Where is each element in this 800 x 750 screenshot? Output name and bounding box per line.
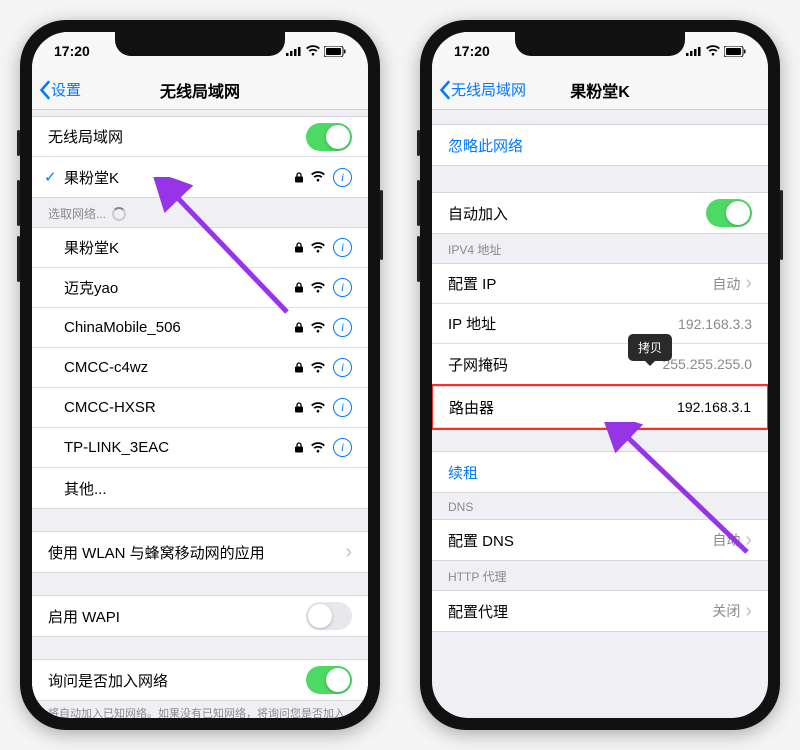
lock-icon — [295, 282, 303, 293]
network-list: 果粉堂Ki 迈克yaoi ChinaMobile_506i CMCC-c4wzi… — [32, 227, 368, 509]
dns-header: DNS — [432, 493, 768, 519]
wifi-icon — [310, 282, 326, 294]
lock-icon — [295, 242, 303, 253]
wifi-icon — [310, 242, 326, 254]
chevron-left-icon — [38, 80, 51, 100]
info-icon[interactable]: i — [333, 238, 352, 257]
ip-address-row[interactable]: IP 地址192.168.3.3 — [432, 304, 768, 344]
network-row[interactable]: 果粉堂Ki — [32, 228, 368, 268]
battery-icon — [724, 46, 746, 57]
network-row[interactable]: TP-LINK_3EACi — [32, 428, 368, 468]
http-proxy-header: HTTP 代理 — [432, 561, 768, 590]
chevron-right-icon: › — [745, 600, 752, 623]
info-icon[interactable]: i — [333, 398, 352, 417]
forget-network-row[interactable]: 忽略此网络 — [432, 125, 768, 165]
apps-using-wlan-row[interactable]: 使用 WLAN 与蜂窝移动网的应用› — [32, 532, 368, 572]
chevron-left-icon — [438, 80, 451, 100]
wifi-toggle[interactable] — [306, 123, 352, 151]
router-row[interactable]: 路由器192.168.3.1 — [433, 387, 767, 427]
lock-icon — [295, 322, 303, 333]
network-row[interactable]: CMCC-c4wzi — [32, 348, 368, 388]
wifi-icon — [310, 362, 326, 374]
info-icon[interactable]: i — [333, 438, 352, 457]
other-network-row[interactable]: 其他... — [32, 468, 368, 508]
back-button[interactable]: 无线局域网 — [432, 79, 526, 100]
lock-icon — [295, 172, 303, 183]
network-row[interactable]: 迈克yaoi — [32, 268, 368, 308]
wifi-icon — [305, 45, 321, 57]
signal-icon — [286, 46, 302, 56]
ask-footer: 将自动加入已知网络。如果没有已知网络，将询问您是否加入新网络。 — [32, 701, 368, 718]
nav-bar: 无线局域网 果粉堂K — [432, 70, 768, 110]
wifi-icon — [310, 402, 326, 414]
lock-icon — [295, 402, 303, 413]
wifi-icon — [310, 322, 326, 334]
auto-join-row[interactable]: 自动加入 — [432, 193, 768, 233]
chevron-right-icon: › — [745, 529, 752, 552]
back-button[interactable]: 设置 — [32, 79, 81, 100]
lock-icon — [295, 362, 303, 373]
wifi-icon — [310, 171, 326, 183]
router-highlight: 路由器192.168.3.1 — [432, 384, 768, 430]
phone-right: 17:20 无线局域网 果粉堂K 忽略此网络 自动加入 IPV4 地址 配置 I… — [420, 20, 780, 730]
status-time: 17:20 — [454, 43, 490, 59]
ipv4-header: IPV4 地址 — [432, 234, 768, 263]
wapi-row[interactable]: 启用 WAPI — [32, 596, 368, 636]
auto-join-toggle[interactable] — [706, 199, 752, 227]
wifi-master-row[interactable]: 无线局域网 — [32, 117, 368, 157]
copy-tooltip[interactable]: 拷贝 — [628, 334, 672, 361]
ask-toggle[interactable] — [306, 666, 352, 694]
chevron-right-icon: › — [745, 272, 752, 295]
lock-icon — [295, 442, 303, 453]
status-time: 17:20 — [54, 43, 90, 59]
network-row[interactable]: ChinaMobile_506i — [32, 308, 368, 348]
wifi-icon — [705, 45, 721, 57]
subnet-mask-row[interactable]: 子网掩码255.255.255.0 拷贝 — [432, 344, 768, 384]
choose-network-header: 选取网络... — [32, 198, 368, 227]
phone-left: 17:20 设置 无线局域网 无线局域网 ✓ 果粉堂K i 选取网络... 果粉… — [20, 20, 380, 730]
chevron-right-icon: › — [345, 541, 352, 564]
signal-icon — [686, 46, 702, 56]
checkmark-icon: ✓ — [44, 168, 62, 186]
network-row[interactable]: CMCC-HXSRi — [32, 388, 368, 428]
notch — [115, 32, 285, 56]
spinner-icon — [112, 207, 126, 221]
info-icon[interactable]: i — [333, 168, 352, 187]
info-icon[interactable]: i — [333, 278, 352, 297]
configure-dns-row[interactable]: 配置 DNS自动› — [432, 520, 768, 560]
ask-to-join-row[interactable]: 询问是否加入网络 — [32, 660, 368, 700]
configure-proxy-row[interactable]: 配置代理关闭› — [432, 591, 768, 631]
battery-icon — [324, 46, 346, 57]
connected-network-row[interactable]: ✓ 果粉堂K i — [32, 157, 368, 197]
wapi-toggle[interactable] — [306, 602, 352, 630]
configure-ip-row[interactable]: 配置 IP自动› — [432, 264, 768, 304]
info-icon[interactable]: i — [333, 318, 352, 337]
renew-lease-row[interactable]: 续租 — [432, 452, 768, 492]
wifi-icon — [310, 442, 326, 454]
info-icon[interactable]: i — [333, 358, 352, 377]
notch — [515, 32, 685, 56]
nav-bar: 设置 无线局域网 — [32, 70, 368, 110]
nav-title: 无线局域网 — [32, 78, 368, 102]
